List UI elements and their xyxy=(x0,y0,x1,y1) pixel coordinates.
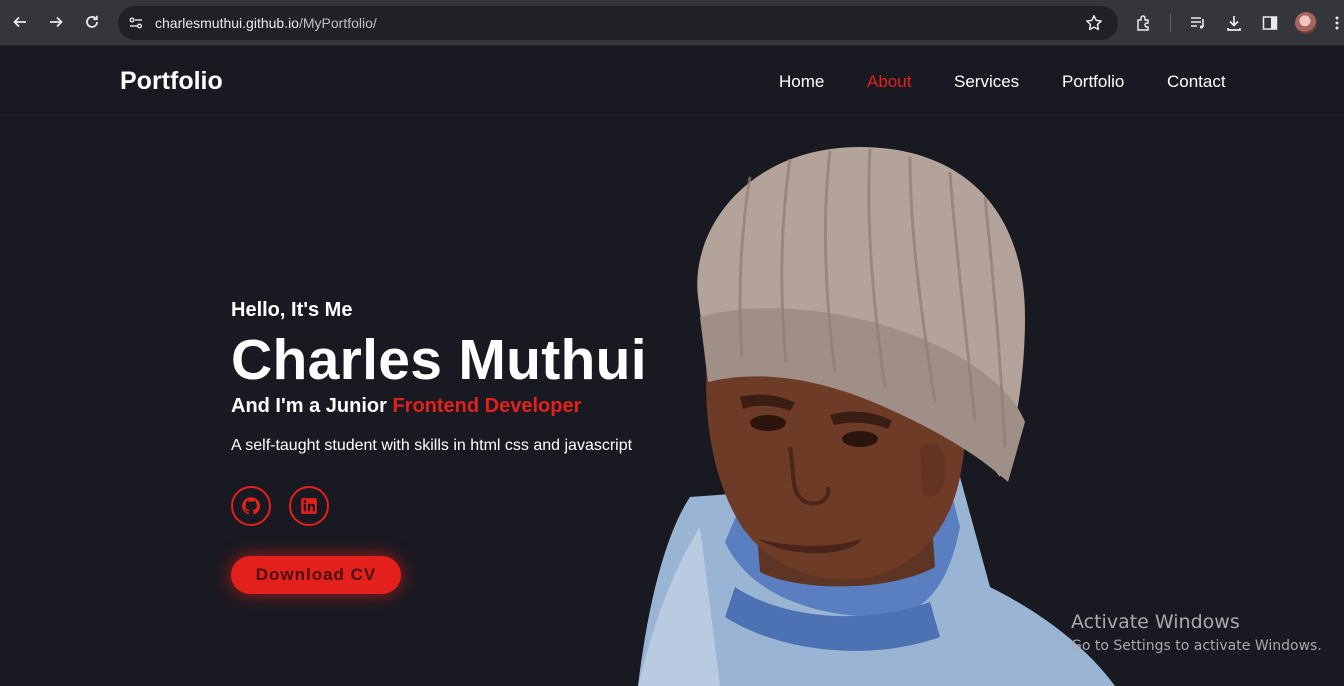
site-logo[interactable]: Portfolio xyxy=(120,67,223,96)
side-panel-icon[interactable] xyxy=(1259,12,1281,34)
linkedin-icon xyxy=(300,497,318,515)
address-bar[interactable]: charlesmuthui.github.io/MyPortfolio/ xyxy=(118,6,1118,40)
hero-description: A self-taught student with skills in htm… xyxy=(231,437,633,454)
nav-about[interactable]: About xyxy=(867,72,911,92)
hero-role-prefix: And I'm a Junior xyxy=(231,395,393,417)
download-icon[interactable] xyxy=(1223,12,1245,34)
url-path: /MyPortfolio/ xyxy=(298,15,377,31)
browser-toolbar: charlesmuthui.github.io/MyPortfolio/ xyxy=(0,0,1344,46)
nav-portfolio[interactable]: Portfolio xyxy=(1062,72,1124,92)
reading-list-icon[interactable] xyxy=(1187,12,1209,34)
github-link[interactable] xyxy=(231,486,271,526)
hero-role: And I'm a Junior Frontend Developer xyxy=(231,395,581,418)
linkedin-link[interactable] xyxy=(289,486,329,526)
download-cv-button[interactable]: Download CV xyxy=(231,556,401,594)
url-host: charlesmuthui.github.io xyxy=(155,15,299,31)
nav-services[interactable]: Services xyxy=(954,72,1019,92)
portfolio-page: Portfolio Home About Services Portfolio … xyxy=(0,47,1344,686)
forward-icon[interactable] xyxy=(45,11,67,33)
activation-subtitle: Go to Settings to activate Windows. xyxy=(1071,638,1322,654)
github-icon xyxy=(241,496,261,516)
hero-name: Charles Muthui xyxy=(231,328,647,392)
nav-home[interactable]: Home xyxy=(779,72,824,92)
hero-greeting: Hello, It's Me xyxy=(231,299,353,321)
extensions-icon[interactable] xyxy=(1133,12,1155,34)
url-text: charlesmuthui.github.io/MyPortfolio/ xyxy=(155,15,377,31)
profile-photo xyxy=(638,147,1115,686)
windows-activation-watermark: Activate Windows Go to Settings to activ… xyxy=(1071,611,1322,654)
activation-title: Activate Windows xyxy=(1071,611,1240,633)
site-header: Portfolio Home About Services Portfolio … xyxy=(0,47,1344,116)
back-icon[interactable] xyxy=(9,11,31,33)
toolbar-divider xyxy=(1170,14,1171,32)
site-info-icon[interactable] xyxy=(126,13,146,33)
more-menu-icon[interactable] xyxy=(1330,12,1344,34)
profile-avatar[interactable] xyxy=(1295,12,1317,34)
reload-icon[interactable] xyxy=(81,11,103,33)
nav-contact[interactable]: Contact xyxy=(1167,72,1226,92)
hero-role-accent: Frontend Developer xyxy=(392,395,582,417)
bookmark-star-icon[interactable] xyxy=(1084,13,1104,33)
